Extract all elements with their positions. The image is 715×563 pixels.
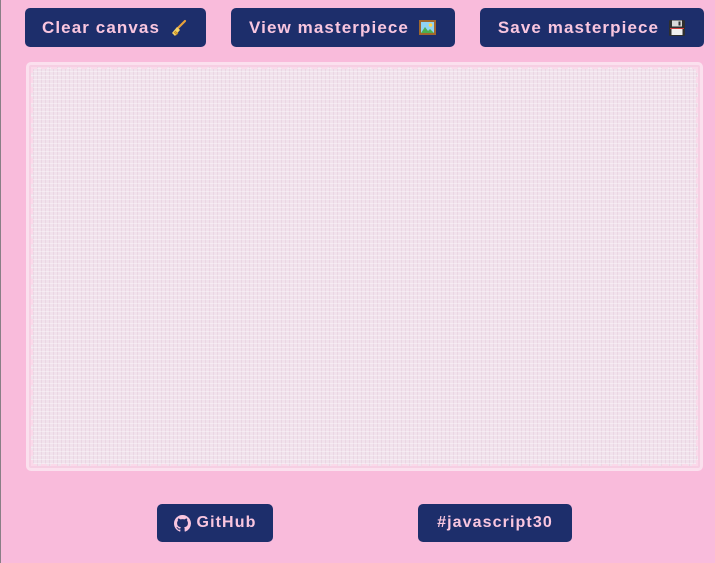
window-edge bbox=[0, 0, 1, 563]
framed-picture-icon bbox=[418, 18, 437, 37]
view-masterpiece-button[interactable]: View masterpiece bbox=[231, 8, 455, 47]
github-label: GitHub bbox=[196, 514, 257, 531]
save-masterpiece-button[interactable]: Save masterpiece bbox=[480, 8, 704, 47]
broom-icon bbox=[169, 18, 189, 38]
github-icon bbox=[173, 514, 191, 532]
clear-canvas-button[interactable]: Clear canvas bbox=[25, 8, 206, 47]
floppy-disk-icon bbox=[668, 19, 686, 37]
github-button[interactable]: GitHub bbox=[157, 504, 273, 542]
save-masterpiece-label: Save masterpiece bbox=[497, 17, 660, 37]
clear-canvas-label: Clear canvas bbox=[41, 17, 161, 37]
canvas-surface[interactable] bbox=[31, 67, 698, 466]
drawing-canvas[interactable] bbox=[26, 62, 703, 471]
view-masterpiece-label: View masterpiece bbox=[249, 17, 409, 37]
javascript30-label: #javascript30 bbox=[437, 514, 553, 531]
javascript30-button[interactable]: #javascript30 bbox=[418, 504, 572, 542]
